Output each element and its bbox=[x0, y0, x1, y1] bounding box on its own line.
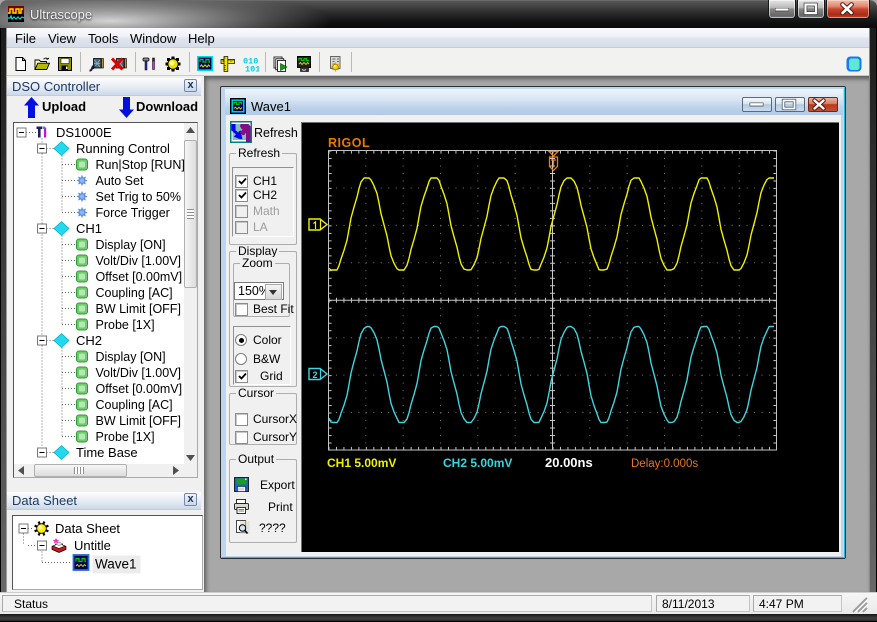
svg-text:Volt/Div [1.00V]: Volt/Div [1.00V] bbox=[96, 366, 181, 380]
svg-text:20.00ns: 20.00ns bbox=[545, 455, 593, 470]
svg-text:Display [ON]: Display [ON] bbox=[96, 350, 166, 364]
svg-text:Force Trigger: Force Trigger bbox=[96, 206, 170, 220]
svg-text:101: 101 bbox=[245, 65, 259, 73]
svg-text:Offset [0.00mV]: Offset [0.00mV] bbox=[96, 382, 183, 396]
svg-text:Wave1: Wave1 bbox=[95, 557, 137, 572]
svg-text:Run|Stop [RUN]: Run|Stop [RUN] bbox=[96, 158, 185, 172]
svg-text:Set Trig to 50%: Set Trig to 50% bbox=[96, 190, 181, 204]
svg-text:Volt/Div [1.00V]: Volt/Div [1.00V] bbox=[96, 254, 181, 268]
svg-text:Delay:0.000s: Delay:0.000s bbox=[631, 458, 698, 470]
svg-text:DS1000E: DS1000E bbox=[56, 125, 112, 140]
svg-text:Data Sheet: Data Sheet bbox=[55, 521, 120, 536]
svg-text:Auto Set: Auto Set bbox=[96, 174, 144, 188]
svg-text:CH2: CH2 bbox=[76, 333, 102, 348]
svg-text:Coupling [AC]: Coupling [AC] bbox=[96, 398, 173, 412]
svg-text:BW Limit [OFF]: BW Limit [OFF] bbox=[96, 414, 181, 428]
svg-text:Probe [1X]: Probe [1X] bbox=[96, 318, 155, 332]
svg-text:Offset [0.00mV]: Offset [0.00mV] bbox=[96, 270, 183, 284]
svg-text:CH2 5.00mV: CH2 5.00mV bbox=[443, 456, 512, 470]
svg-text:RIGOL: RIGOL bbox=[328, 136, 370, 150]
svg-text:Untitle: Untitle bbox=[74, 538, 111, 553]
svg-text:CH1 5.00mV: CH1 5.00mV bbox=[327, 456, 396, 470]
svg-text:Display [ON]: Display [ON] bbox=[96, 238, 166, 252]
svg-text:Coupling [AC]: Coupling [AC] bbox=[96, 286, 173, 300]
svg-text:CH1: CH1 bbox=[76, 221, 102, 236]
svg-text:BW Limit [OFF]: BW Limit [OFF] bbox=[96, 302, 181, 316]
svg-text:2: 2 bbox=[313, 370, 318, 380]
svg-text:Time Base: Time Base bbox=[76, 445, 138, 460]
svg-text:Running Control: Running Control bbox=[76, 141, 170, 156]
svg-text:Probe [1X]: Probe [1X] bbox=[96, 430, 155, 444]
